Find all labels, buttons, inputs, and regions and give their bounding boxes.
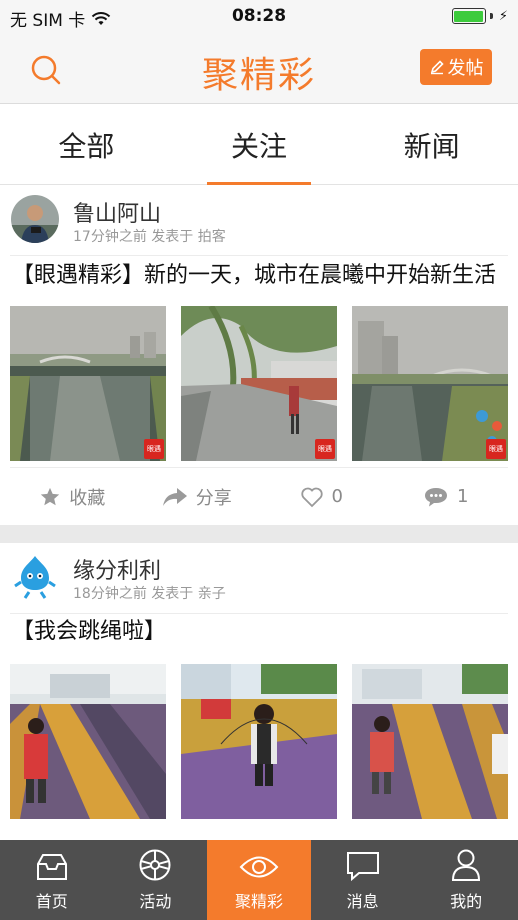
tab-all[interactable]: 全部 — [0, 105, 173, 184]
feed-list: 鲁山阿山 17分钟之前 发表于 拍客 【眼遇精彩】新的一天，城市在晨曦中开始新生… — [0, 186, 518, 819]
tab-label: 新闻 — [403, 129, 460, 163]
share-icon — [162, 487, 187, 506]
search-icon — [31, 55, 61, 85]
post-photo[interactable]: 眼遇 — [181, 306, 337, 461]
inbox-icon — [36, 854, 67, 880]
search-button[interactable] — [28, 52, 64, 88]
battery-icon — [451, 8, 486, 24]
share-button[interactable]: 分享 — [135, 484, 260, 510]
person-icon — [452, 849, 481, 881]
avatar[interactable] — [11, 552, 59, 600]
eye-icon — [239, 856, 279, 878]
nav-label: 首页 — [35, 892, 68, 911]
new-post-label: 发帖 — [447, 58, 484, 79]
tab-label: 关注 — [231, 129, 288, 163]
comment-button[interactable]: 1 — [384, 486, 509, 508]
nav-messages[interactable]: 消息 — [311, 840, 415, 920]
post-text[interactable]: 【我会跳绳啦】 — [10, 613, 508, 648]
post-meta: 17分钟之前 发表于 拍客 — [73, 229, 226, 245]
new-post-button[interactable]: 发帖 — [420, 49, 492, 85]
post-header: 缘分利利 18分钟之前 发表于 亲子 — [10, 543, 508, 613]
photo-grid: 眼遇 眼遇 眼遇 — [0, 306, 518, 461]
nav-highlights[interactable]: 聚精彩 — [207, 840, 311, 920]
like-button[interactable]: 0 — [259, 486, 384, 508]
nav-label: 消息 — [346, 892, 379, 911]
post-actions: 收藏 分享 0 1 — [10, 467, 508, 525]
carrier-label: 无 SIM 卡 — [10, 11, 86, 31]
top-header: 聚精彩 发帖 — [0, 34, 518, 104]
comment-count: 1 — [457, 486, 469, 507]
tab-label: 全部 — [58, 129, 115, 163]
comment-icon — [425, 487, 448, 506]
post-divider — [0, 525, 518, 543]
heart-icon — [300, 487, 323, 507]
nav-activities[interactable]: 活动 — [104, 840, 208, 920]
charging-icon: ⚡ — [498, 8, 508, 24]
star-icon — [41, 487, 60, 505]
favorite-label: 收藏 — [69, 487, 106, 509]
nav-home[interactable]: 首页 — [0, 840, 104, 920]
tab-news[interactable]: 新闻 — [345, 105, 518, 184]
share-label: 分享 — [195, 487, 232, 509]
author-name[interactable]: 鲁山阿山 — [73, 196, 161, 228]
photo-grid — [0, 664, 518, 819]
like-count: 0 — [331, 486, 343, 507]
tab-following[interactable]: 关注 — [173, 105, 346, 184]
category-tabs: 全部 关注 新闻 — [0, 105, 518, 185]
chat-icon — [346, 852, 379, 882]
post-meta: 18分钟之前 发表于 亲子 — [73, 586, 226, 602]
nav-label: 我的 — [450, 892, 483, 911]
nav-label: 聚精彩 — [234, 892, 283, 911]
photo-badge: 眼遇 — [315, 439, 335, 459]
photo-badge: 眼遇 — [486, 439, 506, 459]
status-bar: 无 SIM 卡 08:28 ⚡ — [0, 0, 518, 34]
photo-badge: 眼遇 — [144, 439, 164, 459]
favorite-button[interactable]: 收藏 — [10, 484, 135, 510]
battery-group: ⚡ — [451, 8, 508, 24]
wheel-icon — [139, 849, 171, 881]
post-text[interactable]: 【眼遇精彩】新的一天，城市在晨曦中开始新生活 — [0, 256, 518, 292]
post-photo[interactable] — [352, 664, 508, 819]
nav-label: 活动 — [139, 892, 172, 911]
post-photo[interactable] — [10, 664, 166, 819]
post-photo[interactable]: 眼遇 — [352, 306, 508, 461]
post-photo[interactable]: 眼遇 — [10, 306, 166, 461]
wifi-icon — [92, 11, 111, 25]
avatar[interactable] — [11, 195, 59, 243]
carrier-group: 无 SIM 卡 — [10, 6, 111, 31]
nav-profile[interactable]: 我的 — [414, 840, 518, 920]
author-name[interactable]: 缘分利利 — [73, 553, 161, 585]
feed-post[interactable]: 缘分利利 18分钟之前 发表于 亲子 【我会跳绳啦】 — [0, 543, 518, 819]
bottom-tab-bar: 首页 活动 聚精彩 消息 我的 — [0, 840, 518, 920]
feed-post[interactable]: 鲁山阿山 17分钟之前 发表于 拍客 【眼遇精彩】新的一天，城市在晨曦中开始新生… — [0, 186, 518, 525]
battery-tip — [489, 13, 493, 19]
post-photo[interactable] — [181, 664, 337, 819]
post-header: 鲁山阿山 17分钟之前 发表于 拍客 — [10, 186, 508, 256]
pencil-icon — [430, 60, 444, 75]
